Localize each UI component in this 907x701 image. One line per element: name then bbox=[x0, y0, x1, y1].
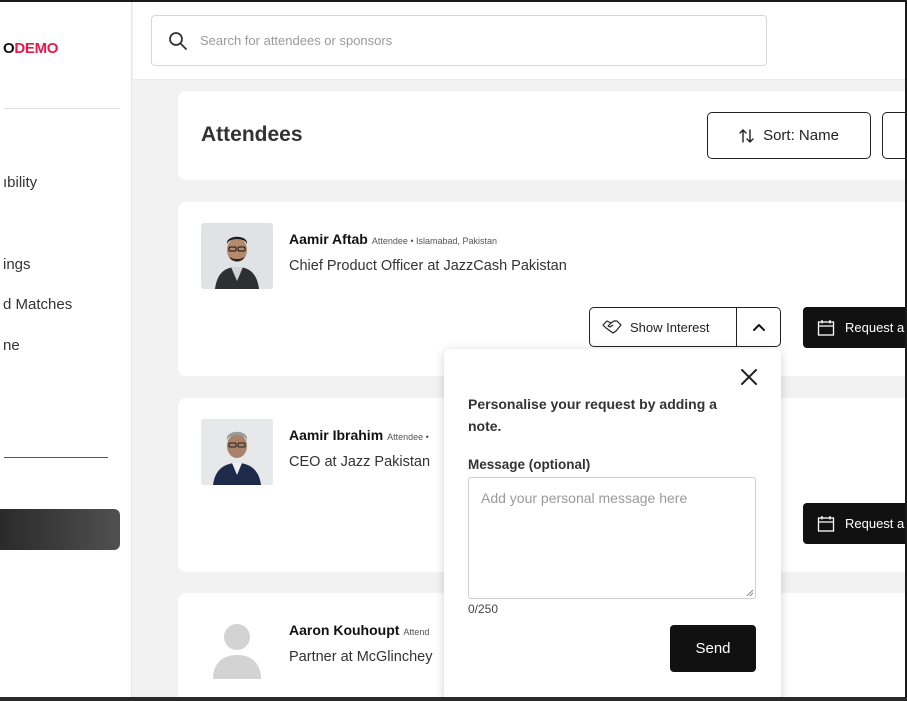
show-interest-label: Show Interest bbox=[630, 319, 710, 335]
sort-icon bbox=[739, 128, 754, 143]
attendee-name[interactable]: Aamir Ibrahim Attendee • bbox=[289, 427, 429, 443]
send-button[interactable]: Send bbox=[670, 625, 756, 672]
brand-logo: ODEMO bbox=[3, 40, 59, 57]
show-interest-group: Show Interest bbox=[589, 307, 781, 347]
close-icon bbox=[741, 369, 757, 385]
calendar-icon bbox=[817, 319, 835, 336]
sidebar: ODEMO ıbility ings d Matches ne bbox=[0, 0, 132, 701]
search-box bbox=[151, 15, 767, 66]
attendee-meta: Attend bbox=[403, 627, 430, 637]
top-bar bbox=[133, 0, 907, 80]
attendee-name[interactable]: Aamir Aftab Attendee • Islamabad, Pakista… bbox=[289, 231, 497, 247]
search-icon bbox=[169, 32, 187, 50]
sidebar-item-matches[interactable]: d Matches bbox=[3, 296, 72, 313]
handshake-icon bbox=[602, 320, 622, 334]
request-label: Request a bbox=[845, 516, 905, 531]
resize-handle-icon[interactable] bbox=[746, 589, 754, 597]
message-label: Message (optional) bbox=[468, 457, 591, 472]
request-label: Request a bbox=[845, 320, 905, 335]
avatar bbox=[201, 419, 273, 485]
sidebar-item-accessibility[interactable]: ıbility bbox=[3, 174, 37, 191]
sidebar-divider bbox=[4, 108, 120, 109]
search-input[interactable] bbox=[200, 16, 740, 65]
attendee-meta: Attendee • bbox=[387, 432, 429, 442]
sort-label: Sort: Name bbox=[763, 127, 839, 144]
attendee-title: Chief Product Officer at JazzCash Pakist… bbox=[289, 258, 567, 274]
request-meeting-button[interactable]: Request a bbox=[803, 503, 907, 544]
popover-heading: Personalise your request by adding a not… bbox=[468, 396, 717, 434]
sidebar-item-meetings[interactable]: ings bbox=[3, 256, 31, 273]
avatar bbox=[201, 223, 273, 289]
attendees-header: Attendees Sort: Name bbox=[178, 91, 907, 180]
filter-button[interactable] bbox=[882, 112, 907, 159]
message-textarea[interactable] bbox=[468, 477, 756, 599]
sort-button[interactable]: Sort: Name bbox=[707, 112, 871, 159]
attendee-name[interactable]: Aaron Kouhoupt Attend bbox=[289, 622, 429, 638]
window-edge bbox=[0, 697, 907, 701]
close-button[interactable] bbox=[738, 366, 760, 388]
calendar-icon bbox=[817, 515, 835, 532]
show-interest-button[interactable]: Show Interest bbox=[590, 308, 736, 346]
sidebar-action-button[interactable] bbox=[0, 509, 120, 550]
page-title: Attendees bbox=[201, 123, 303, 146]
chevron-up-icon bbox=[752, 324, 765, 331]
request-meeting-button[interactable]: Request a bbox=[803, 307, 907, 348]
sidebar-separator bbox=[4, 457, 108, 458]
attendee-meta: Attendee • Islamabad, Pakistan bbox=[371, 236, 498, 246]
character-counter: 0/250 bbox=[468, 602, 499, 616]
sidebar-item-timeline[interactable]: ne bbox=[3, 337, 20, 354]
interest-dropdown-toggle[interactable] bbox=[736, 308, 780, 346]
attendee-title: CEO at Jazz Pakistan bbox=[289, 454, 431, 470]
window-edge bbox=[0, 0, 907, 2]
attendee-title: Partner at McGlinchey bbox=[289, 649, 433, 665]
avatar-placeholder-icon bbox=[201, 617, 273, 683]
interest-note-popover: Personalise your request by adding a not… bbox=[444, 349, 781, 701]
